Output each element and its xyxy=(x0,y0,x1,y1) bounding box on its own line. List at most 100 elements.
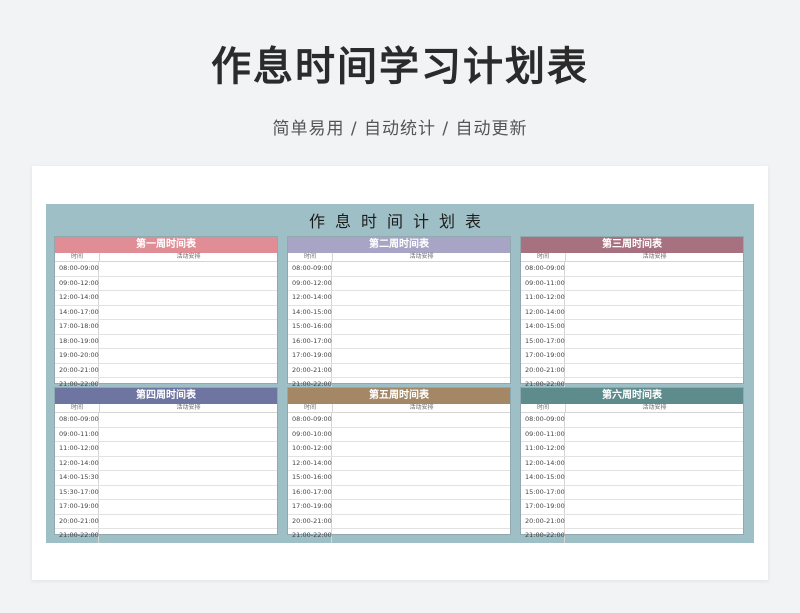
time-cell[interactable]: 08:00-09:00 xyxy=(288,413,332,427)
time-cell[interactable]: 18:00-19:00 xyxy=(55,334,99,348)
activity-cell[interactable] xyxy=(99,457,277,471)
time-cell[interactable]: 16:00-17:00 xyxy=(288,334,332,348)
time-cell[interactable]: 12:00-14:00 xyxy=(55,456,99,470)
time-cell[interactable]: 14:00-15:00 xyxy=(288,305,332,319)
activity-cell[interactable] xyxy=(565,471,743,485)
activity-cell[interactable] xyxy=(332,306,510,320)
activity-cell[interactable] xyxy=(332,500,510,514)
activity-cell[interactable] xyxy=(99,500,277,514)
activity-cell[interactable] xyxy=(565,500,743,514)
time-cell[interactable]: 20:00-21:00 xyxy=(55,363,99,377)
time-cell[interactable]: 09:00-10:00 xyxy=(288,427,332,441)
activity-cell[interactable] xyxy=(332,262,510,276)
time-cell[interactable]: 16:00-17:00 xyxy=(288,485,332,499)
time-cell[interactable]: 15:00-16:00 xyxy=(288,320,332,334)
activity-cell[interactable] xyxy=(99,262,277,276)
time-cell[interactable]: 12:00-14:00 xyxy=(288,456,332,470)
time-cell[interactable]: 12:00-14:00 xyxy=(55,291,99,305)
time-cell[interactable]: 17:00-19:00 xyxy=(288,349,332,363)
activity-cell[interactable] xyxy=(565,457,743,471)
time-cell[interactable]: 08:00-09:00 xyxy=(521,262,565,276)
time-cell[interactable]: 08:00-09:00 xyxy=(55,413,99,427)
activity-cell[interactable] xyxy=(99,486,277,500)
time-cell[interactable]: 12:00-14:00 xyxy=(288,291,332,305)
time-cell[interactable]: 14:00-15:00 xyxy=(521,471,565,485)
time-cell[interactable]: 19:00-20:00 xyxy=(55,349,99,363)
time-cell[interactable]: 15:00-17:00 xyxy=(521,485,565,499)
activity-cell[interactable] xyxy=(99,413,277,427)
activity-cell[interactable] xyxy=(99,515,277,529)
activity-cell[interactable] xyxy=(99,529,277,543)
activity-cell[interactable] xyxy=(332,320,510,334)
activity-cell[interactable] xyxy=(99,306,277,320)
time-cell[interactable]: 08:00-09:00 xyxy=(288,262,332,276)
activity-cell[interactable] xyxy=(332,471,510,485)
time-cell[interactable]: 17:00-19:00 xyxy=(521,500,565,514)
time-cell[interactable]: 17:00-18:00 xyxy=(55,320,99,334)
time-cell[interactable]: 08:00-09:00 xyxy=(55,262,99,276)
activity-cell[interactable] xyxy=(332,349,510,363)
time-cell[interactable]: 09:00-11:00 xyxy=(521,276,565,290)
time-cell[interactable]: 12:00-14:00 xyxy=(521,456,565,470)
activity-cell[interactable] xyxy=(565,486,743,500)
activity-cell[interactable] xyxy=(332,277,510,291)
activity-cell[interactable] xyxy=(565,515,743,529)
time-cell[interactable]: 09:00-12:00 xyxy=(55,276,99,290)
activity-cell[interactable] xyxy=(99,442,277,456)
activity-cell[interactable] xyxy=(99,471,277,485)
activity-cell[interactable] xyxy=(99,349,277,363)
activity-cell[interactable] xyxy=(332,291,510,305)
activity-cell[interactable] xyxy=(332,486,510,500)
time-cell[interactable]: 12:00-14:00 xyxy=(521,305,565,319)
activity-cell[interactable] xyxy=(565,262,743,276)
time-cell[interactable]: 14:00-17:00 xyxy=(55,305,99,319)
time-cell[interactable]: 09:00-11:00 xyxy=(55,427,99,441)
time-cell[interactable]: 17:00-19:00 xyxy=(288,500,332,514)
time-cell[interactable]: 20:00-21:00 xyxy=(288,514,332,528)
activity-cell[interactable] xyxy=(332,335,510,349)
time-cell[interactable]: 20:00-21:00 xyxy=(288,363,332,377)
time-cell[interactable]: 20:00-21:00 xyxy=(521,363,565,377)
time-cell[interactable]: 11:00-12:00 xyxy=(55,442,99,456)
activity-cell[interactable] xyxy=(99,364,277,378)
time-cell[interactable]: 17:00-19:00 xyxy=(55,500,99,514)
activity-cell[interactable] xyxy=(565,277,743,291)
time-cell[interactable]: 21:00-22:00 xyxy=(288,529,332,543)
time-cell[interactable]: 10:00-12:00 xyxy=(288,442,332,456)
time-cell[interactable]: 09:00-12:00 xyxy=(288,276,332,290)
time-cell[interactable]: 09:00-11:00 xyxy=(521,427,565,441)
activity-cell[interactable] xyxy=(332,442,510,456)
activity-cell[interactable] xyxy=(565,306,743,320)
time-cell[interactable]: 15:30-17:00 xyxy=(55,485,99,499)
time-cell[interactable]: 15:00-17:00 xyxy=(521,334,565,348)
time-cell[interactable]: 20:00-21:00 xyxy=(521,514,565,528)
time-cell[interactable]: 21:00-22:00 xyxy=(55,529,99,543)
activity-cell[interactable] xyxy=(99,291,277,305)
activity-cell[interactable] xyxy=(99,335,277,349)
activity-cell[interactable] xyxy=(565,364,743,378)
activity-cell[interactable] xyxy=(565,320,743,334)
activity-cell[interactable] xyxy=(565,529,743,543)
activity-cell[interactable] xyxy=(565,335,743,349)
activity-cell[interactable] xyxy=(332,428,510,442)
activity-cell[interactable] xyxy=(332,413,510,427)
activity-cell[interactable] xyxy=(332,529,510,543)
activity-cell[interactable] xyxy=(332,515,510,529)
activity-cell[interactable] xyxy=(565,349,743,363)
activity-cell[interactable] xyxy=(565,413,743,427)
time-cell[interactable]: 21:00-22:00 xyxy=(521,529,565,543)
activity-cell[interactable] xyxy=(99,277,277,291)
activity-cell[interactable] xyxy=(565,442,743,456)
activity-cell[interactable] xyxy=(332,364,510,378)
time-cell[interactable]: 17:00-19:00 xyxy=(521,349,565,363)
activity-cell[interactable] xyxy=(332,457,510,471)
activity-cell[interactable] xyxy=(565,291,743,305)
activity-cell[interactable] xyxy=(565,428,743,442)
time-cell[interactable]: 15:00-16:00 xyxy=(288,471,332,485)
time-cell[interactable]: 14:00-15:00 xyxy=(521,320,565,334)
time-cell[interactable]: 11:00-12:00 xyxy=(521,291,565,305)
time-cell[interactable]: 20:00-21:00 xyxy=(55,514,99,528)
time-cell[interactable]: 11:00-12:00 xyxy=(521,442,565,456)
activity-cell[interactable] xyxy=(99,320,277,334)
time-cell[interactable]: 14:00-15:30 xyxy=(55,471,99,485)
